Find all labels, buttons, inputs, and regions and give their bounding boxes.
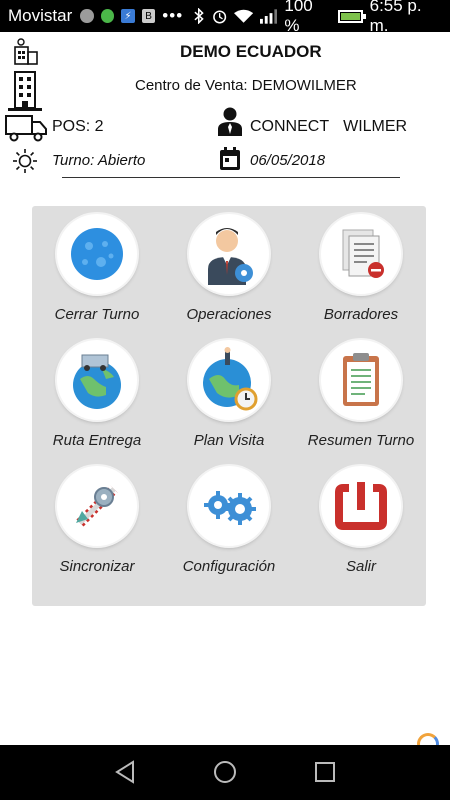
usb-icon: ⚡ xyxy=(121,9,135,23)
clipboard-icon xyxy=(321,340,401,420)
clock: 6:55 p. m. xyxy=(369,0,422,35)
menu-item-label: Resumen Turno xyxy=(307,432,415,449)
wifi-icon xyxy=(233,9,254,23)
sales-center: Centro de Venta: DEMOWILMER xyxy=(135,77,357,94)
drafts-icon xyxy=(321,214,401,294)
bluetooth-icon xyxy=(194,8,204,24)
more-notifications-icon: ••• xyxy=(162,6,184,25)
battery-icon xyxy=(337,9,366,23)
menu-item-salir[interactable]: Salir xyxy=(296,458,426,586)
carrier-name: Movistar xyxy=(8,6,73,25)
alarm-icon xyxy=(212,10,226,24)
app-notification-icon xyxy=(100,9,115,23)
building-pin-icon xyxy=(14,38,38,65)
menu-item-label: Ruta Entrega xyxy=(52,432,142,449)
menu-item-sincronizar[interactable]: Sincronizar xyxy=(32,458,162,586)
office-tower-icon xyxy=(8,71,42,111)
battery-percent: 100 % xyxy=(284,0,313,35)
status-bar: Movistar ⚡ B ••• 100 % 6:55 p. m. xyxy=(0,0,450,35)
menu-item-cerrar-turno[interactable]: Cerrar Turno xyxy=(32,206,162,334)
notification-icon xyxy=(80,9,94,23)
moon-icon xyxy=(57,214,137,294)
menu-item-borradores[interactable]: Borradores xyxy=(296,206,426,334)
salesman-icon xyxy=(189,214,269,294)
visit-plan-icon xyxy=(189,340,269,420)
calendar-icon xyxy=(220,147,240,170)
menu-item-configuracion[interactable]: Configuración xyxy=(164,458,294,586)
delivery-route-icon xyxy=(57,340,137,420)
header: DEMO ECUADOR Centro de Venta: DEMOWILMER… xyxy=(0,32,450,182)
menu-item-ruta-entrega[interactable]: Ruta Entrega xyxy=(32,332,162,460)
menu-item-label: Operaciones xyxy=(186,306,272,323)
menu-item-label: Cerrar Turno xyxy=(54,306,140,323)
navigation-bar xyxy=(0,745,450,800)
menu-panel: Cerrar Turno Operaciones Borradores Ruta… xyxy=(32,206,426,606)
b-app-icon: B xyxy=(141,9,156,23)
current-date: 06/05/2018 xyxy=(250,152,326,169)
home-icon[interactable] xyxy=(212,759,238,785)
sync-icon xyxy=(57,466,137,546)
gears-icon xyxy=(189,466,269,546)
recents-icon[interactable] xyxy=(313,759,337,785)
shift-status: Turno: Abierto xyxy=(52,152,146,169)
back-icon[interactable] xyxy=(113,759,137,785)
company-name: DEMO ECUADOR xyxy=(180,42,322,61)
power-icon xyxy=(321,466,401,546)
sun-icon xyxy=(13,149,37,173)
user-last-name: WILMER xyxy=(343,118,408,135)
menu-item-label: Plan Visita xyxy=(193,432,265,449)
user-name: CONNECT WILMER xyxy=(250,118,407,136)
menu-item-resumen-turno[interactable]: Resumen Turno xyxy=(296,332,426,460)
user-first-name: CONNECT xyxy=(250,118,330,135)
header-divider xyxy=(62,177,400,178)
user-icon xyxy=(218,107,242,136)
menu-item-plan-visita[interactable]: Plan Visita xyxy=(164,332,294,460)
menu-item-label: Configuración xyxy=(182,558,276,575)
menu-item-label: Salir xyxy=(345,558,376,575)
menu-item-operaciones[interactable]: Operaciones xyxy=(164,206,294,334)
menu-item-label: Sincronizar xyxy=(59,558,135,575)
signal-icon xyxy=(260,8,278,24)
pos-number: POS: 2 xyxy=(52,118,104,135)
menu-item-label: Borradores xyxy=(323,306,399,323)
delivery-truck-icon xyxy=(5,115,47,142)
